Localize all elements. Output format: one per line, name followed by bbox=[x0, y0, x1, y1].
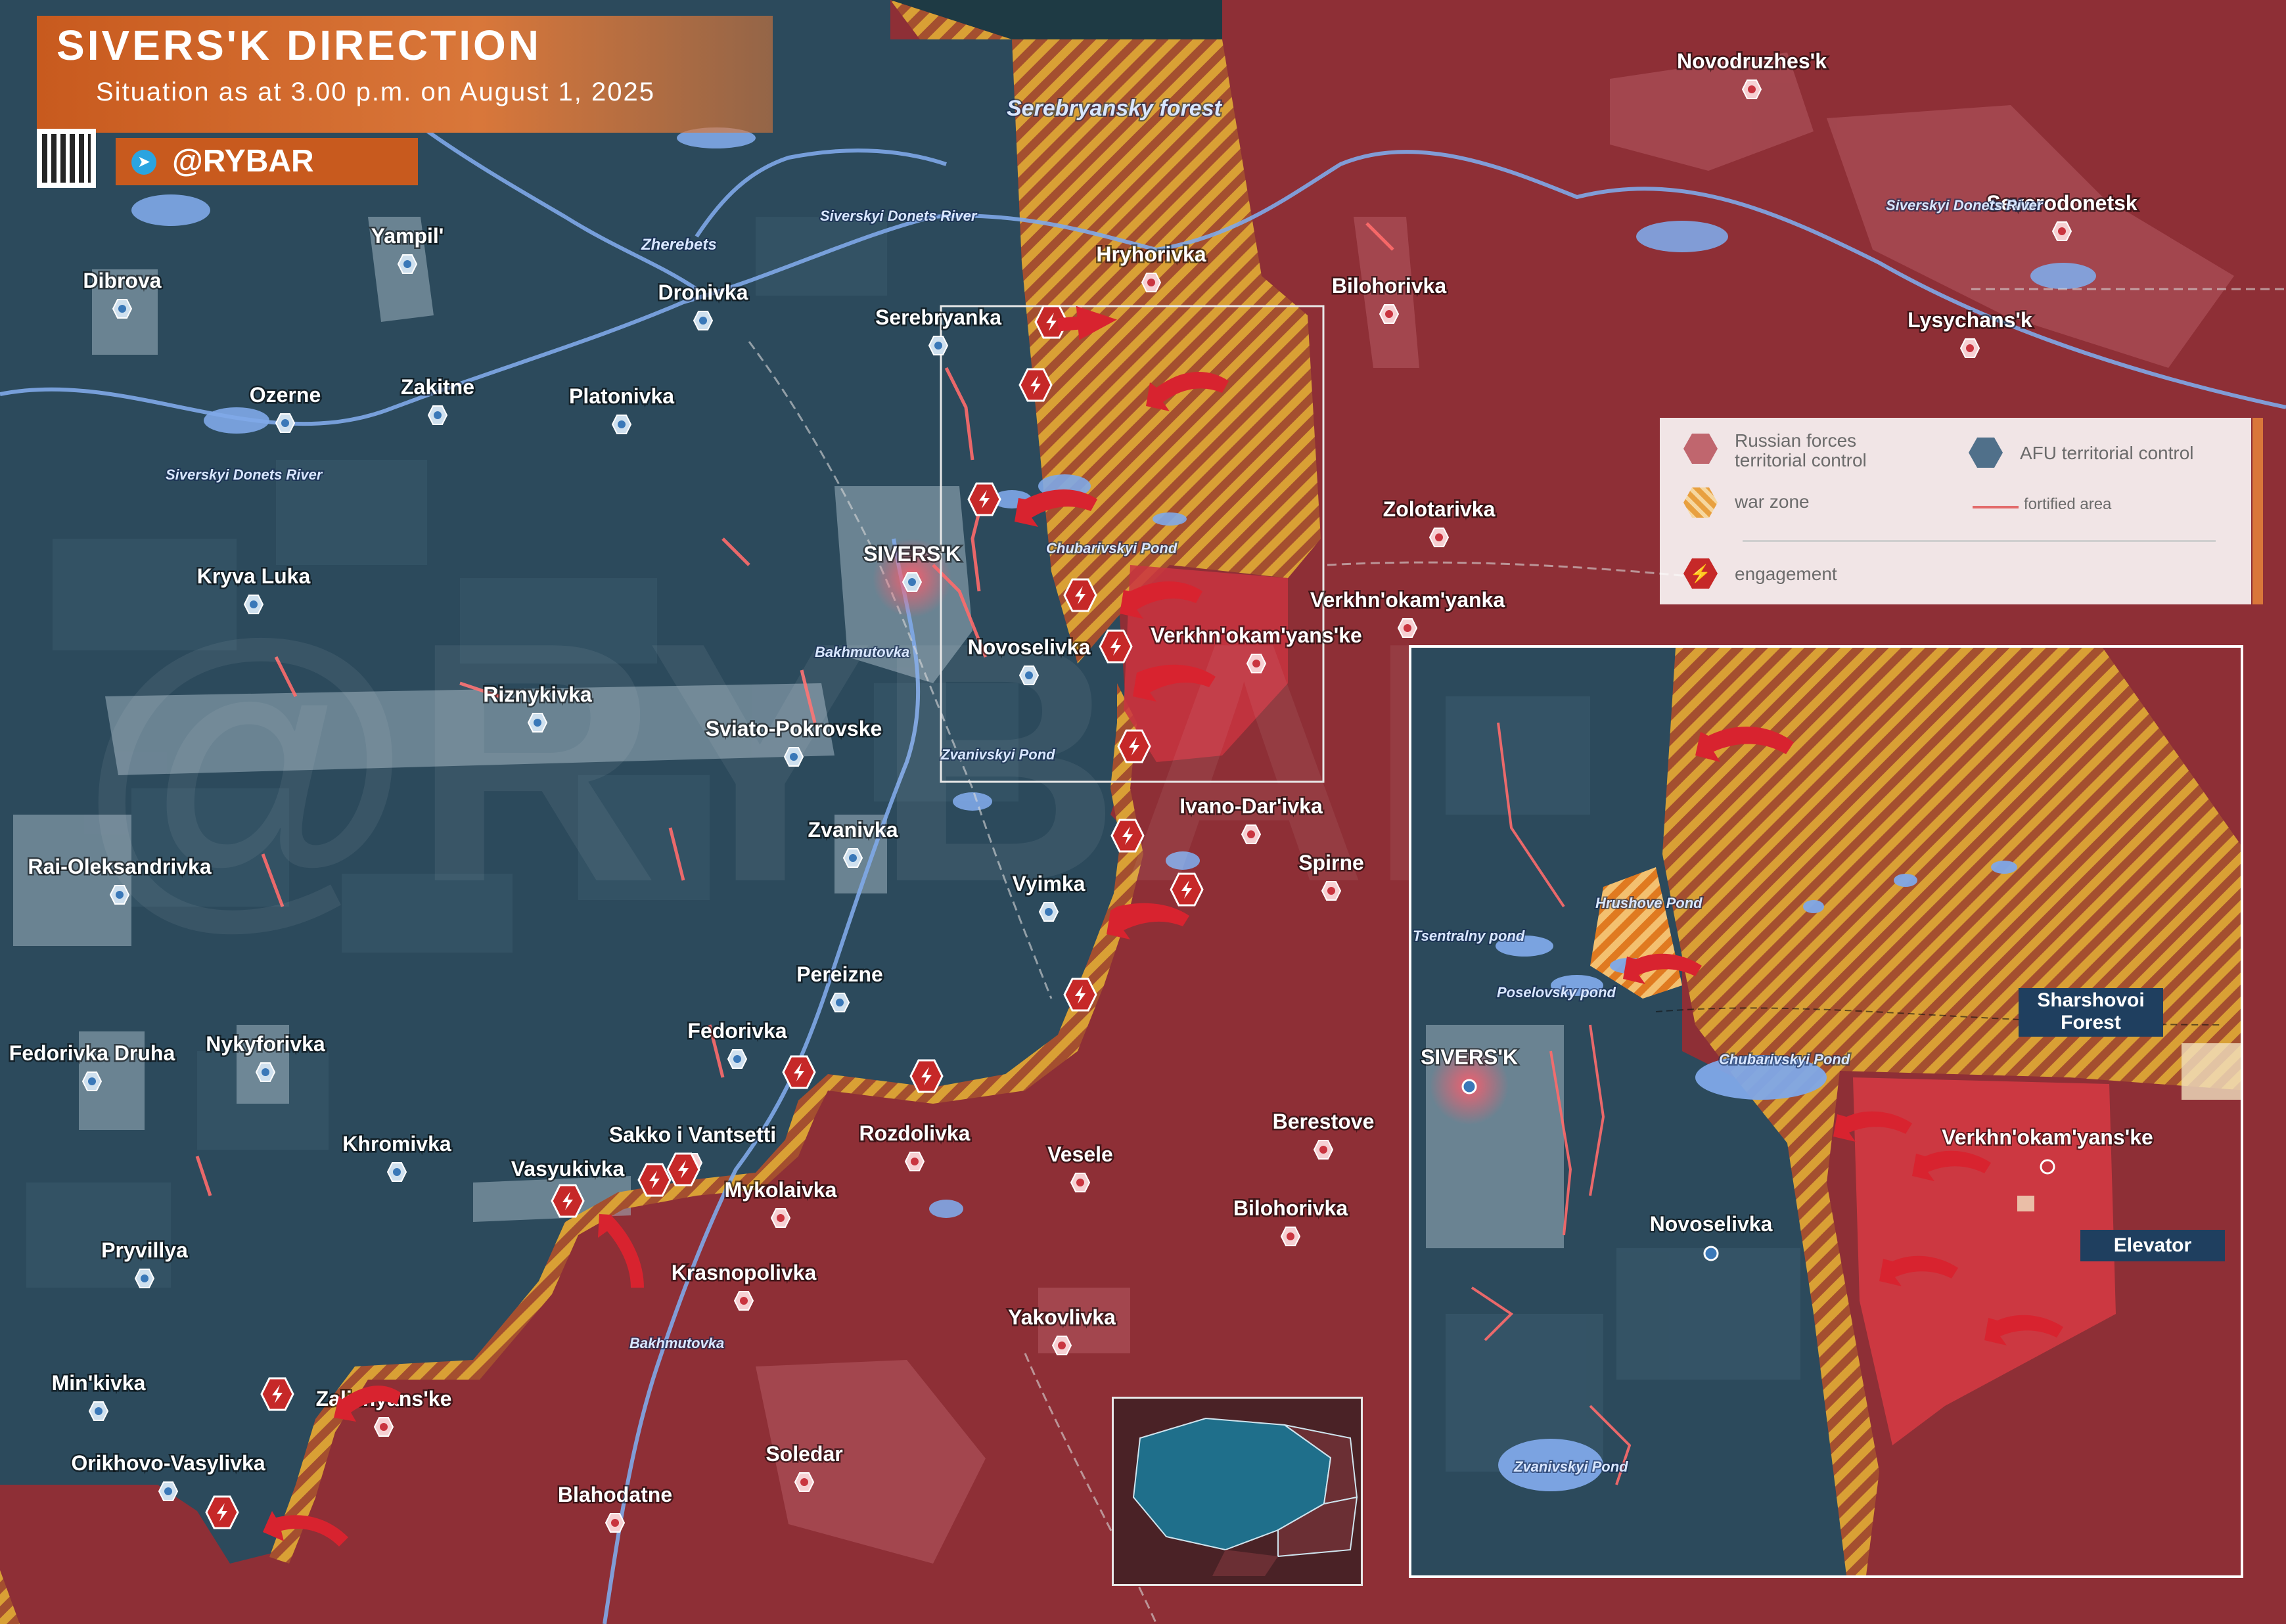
engagement-icon bbox=[666, 1152, 700, 1186]
settlement-label: Orikhovo-Vasylivka bbox=[71, 1451, 265, 1475]
settlement-label: Verkhn'okam'yanka bbox=[1310, 588, 1505, 612]
engagement-icon: ⚡ bbox=[1683, 558, 1718, 589]
settlement-label: Serebryanka bbox=[875, 305, 1001, 329]
label-serebryansky-forest: Serebryansky forest bbox=[1007, 96, 1223, 121]
settlement-label: Hryhorivka bbox=[1096, 242, 1206, 266]
settlement-label: Spirne bbox=[1298, 851, 1364, 874]
settlement-label: Rozdolivka bbox=[859, 1121, 971, 1145]
minimap-svg bbox=[1132, 1417, 1358, 1576]
telegram-icon: ➤ bbox=[131, 150, 156, 175]
legend-warzone-swatch bbox=[1683, 487, 1718, 518]
label-chubarivskyi: Chubarivskyi Pond bbox=[1046, 540, 1177, 556]
settlement-label: Pereizne bbox=[796, 962, 883, 986]
label-zherebets: Zherebets bbox=[641, 236, 717, 254]
legend-engagement-label: engagement bbox=[1735, 564, 1837, 584]
settlement-label: Yampil' bbox=[371, 224, 444, 248]
settlement-label: Fedorivka Druha bbox=[9, 1041, 175, 1065]
engagement-icon bbox=[1018, 368, 1053, 402]
engagement-icon bbox=[637, 1163, 672, 1197]
engagement-icon bbox=[1117, 729, 1151, 763]
label-sdr2: Siverskyi Donets River bbox=[1886, 197, 2044, 214]
settlement-label: Zvanivka bbox=[808, 818, 898, 842]
settlement-label: Pryvillya bbox=[101, 1238, 188, 1262]
map-stage: @RYBAR Novodruzhes'k Severodonetsk Lysycha… bbox=[0, 0, 2286, 1624]
settlement-label: Khromivka bbox=[342, 1132, 451, 1156]
settlement-label: Zakitne bbox=[401, 375, 474, 399]
settlement-label: Bilohorivka bbox=[1332, 274, 1446, 298]
sharshovoi-forest-callout: Sharshovoi Forest bbox=[2019, 988, 2163, 1037]
legend-divider bbox=[1743, 540, 2216, 542]
qr-code-icon bbox=[37, 129, 96, 188]
settlement-label: Riznykivka bbox=[483, 683, 592, 706]
settlement-label: Novoselivka bbox=[968, 635, 1091, 659]
channel-handle: @RYBAR bbox=[116, 138, 418, 185]
label-sdr1: Siverskyi Donets River bbox=[820, 208, 978, 224]
engagement-icon bbox=[1110, 819, 1145, 853]
engagement-icon bbox=[205, 1495, 239, 1529]
legend-accent-bar bbox=[2252, 418, 2263, 604]
settlement-label: Fedorivka bbox=[687, 1019, 787, 1043]
legend-fortified-label: fortified area bbox=[2024, 495, 2112, 513]
settlement-label: Vasyukivka bbox=[511, 1157, 625, 1181]
legend-afu-swatch bbox=[1969, 438, 2003, 468]
settlement-label: Sviato-Pokrovske bbox=[706, 717, 882, 740]
engagement-icon bbox=[1170, 872, 1204, 907]
legend-russian-label: Russian forces territorial control bbox=[1735, 430, 1867, 470]
settlement-label: Vesele bbox=[1047, 1142, 1113, 1166]
legend-warzone-label: war zone bbox=[1735, 491, 1810, 512]
engagement-icon bbox=[1099, 629, 1133, 664]
settlement-label: Ivano-Dar'ivka bbox=[1179, 794, 1323, 818]
settlement-label: Krasnopolivka bbox=[672, 1261, 817, 1284]
legend-russian-swatch bbox=[1683, 434, 1718, 464]
elevator-callout: Elevator bbox=[2080, 1230, 2225, 1261]
settlement-label: Vyimka bbox=[1013, 872, 1086, 895]
label-sdr3: Siverskyi Donets River bbox=[166, 466, 323, 483]
settlement-label: Lysychans'k bbox=[1908, 308, 2032, 332]
settlement-label: Soledar bbox=[766, 1442, 842, 1466]
engagement-icon bbox=[551, 1184, 585, 1218]
settlement-label: Nykyforivka bbox=[206, 1032, 325, 1056]
settlement-label: Sakko i Vantsetti bbox=[609, 1123, 776, 1146]
settlement-label: Dronivka bbox=[658, 281, 748, 304]
engagement-icon bbox=[909, 1059, 944, 1093]
engagement-icon bbox=[1063, 978, 1097, 1012]
legend: Russian forces territorial control AFU t… bbox=[1660, 418, 2251, 604]
settlement-label: Blahodatne bbox=[558, 1483, 672, 1506]
watermark: @RYBAR bbox=[79, 572, 1614, 953]
settlement-label: Bilohorivka bbox=[1233, 1196, 1348, 1220]
page-subtitle: Situation as at 3.00 p.m. on August 1, 2… bbox=[96, 78, 655, 106]
settlement-label: Verkhn'okam'yans'ke bbox=[1151, 623, 1362, 647]
label-zvanivskyi: Zvanivskyi Pond bbox=[940, 746, 1055, 763]
legend-afu-label: AFU territorial control bbox=[2020, 443, 2194, 463]
settlement-label: SIVERS'K bbox=[863, 542, 961, 566]
engagement-icon bbox=[260, 1377, 294, 1411]
settlement-label: Platonivka bbox=[569, 384, 674, 408]
page-title: SIVERS'K DIRECTION bbox=[57, 22, 541, 69]
engagement-icon bbox=[967, 482, 1001, 516]
engagement-icon bbox=[1063, 578, 1097, 612]
settlement-label: Dibrova bbox=[83, 269, 161, 292]
inset-frame bbox=[1409, 645, 2243, 1578]
settlement-label: Kryva Luka bbox=[197, 564, 311, 588]
settlement-label: Yakovlivka bbox=[1008, 1305, 1116, 1329]
settlement-label: Min'kivka bbox=[52, 1371, 146, 1395]
label-bakhmutovka1: Bakhmutovka bbox=[815, 644, 909, 660]
settlement-label: Berestove bbox=[1273, 1110, 1375, 1133]
settlement-label: Rai-Oleksandrivka bbox=[28, 855, 211, 878]
legend-fortified-swatch bbox=[1973, 506, 2019, 508]
settlement-label: Mykolaivka bbox=[725, 1178, 837, 1202]
settlement-label: Zolotarivka bbox=[1383, 497, 1496, 521]
settlement-label: Ozerne bbox=[250, 383, 321, 407]
overview-minimap bbox=[1112, 1397, 1363, 1586]
settlement-label: Novodruzhes'k bbox=[1677, 49, 1827, 73]
engagement-icon bbox=[782, 1055, 816, 1089]
label-bakhmutovka2: Bakhmutovka bbox=[629, 1335, 724, 1351]
